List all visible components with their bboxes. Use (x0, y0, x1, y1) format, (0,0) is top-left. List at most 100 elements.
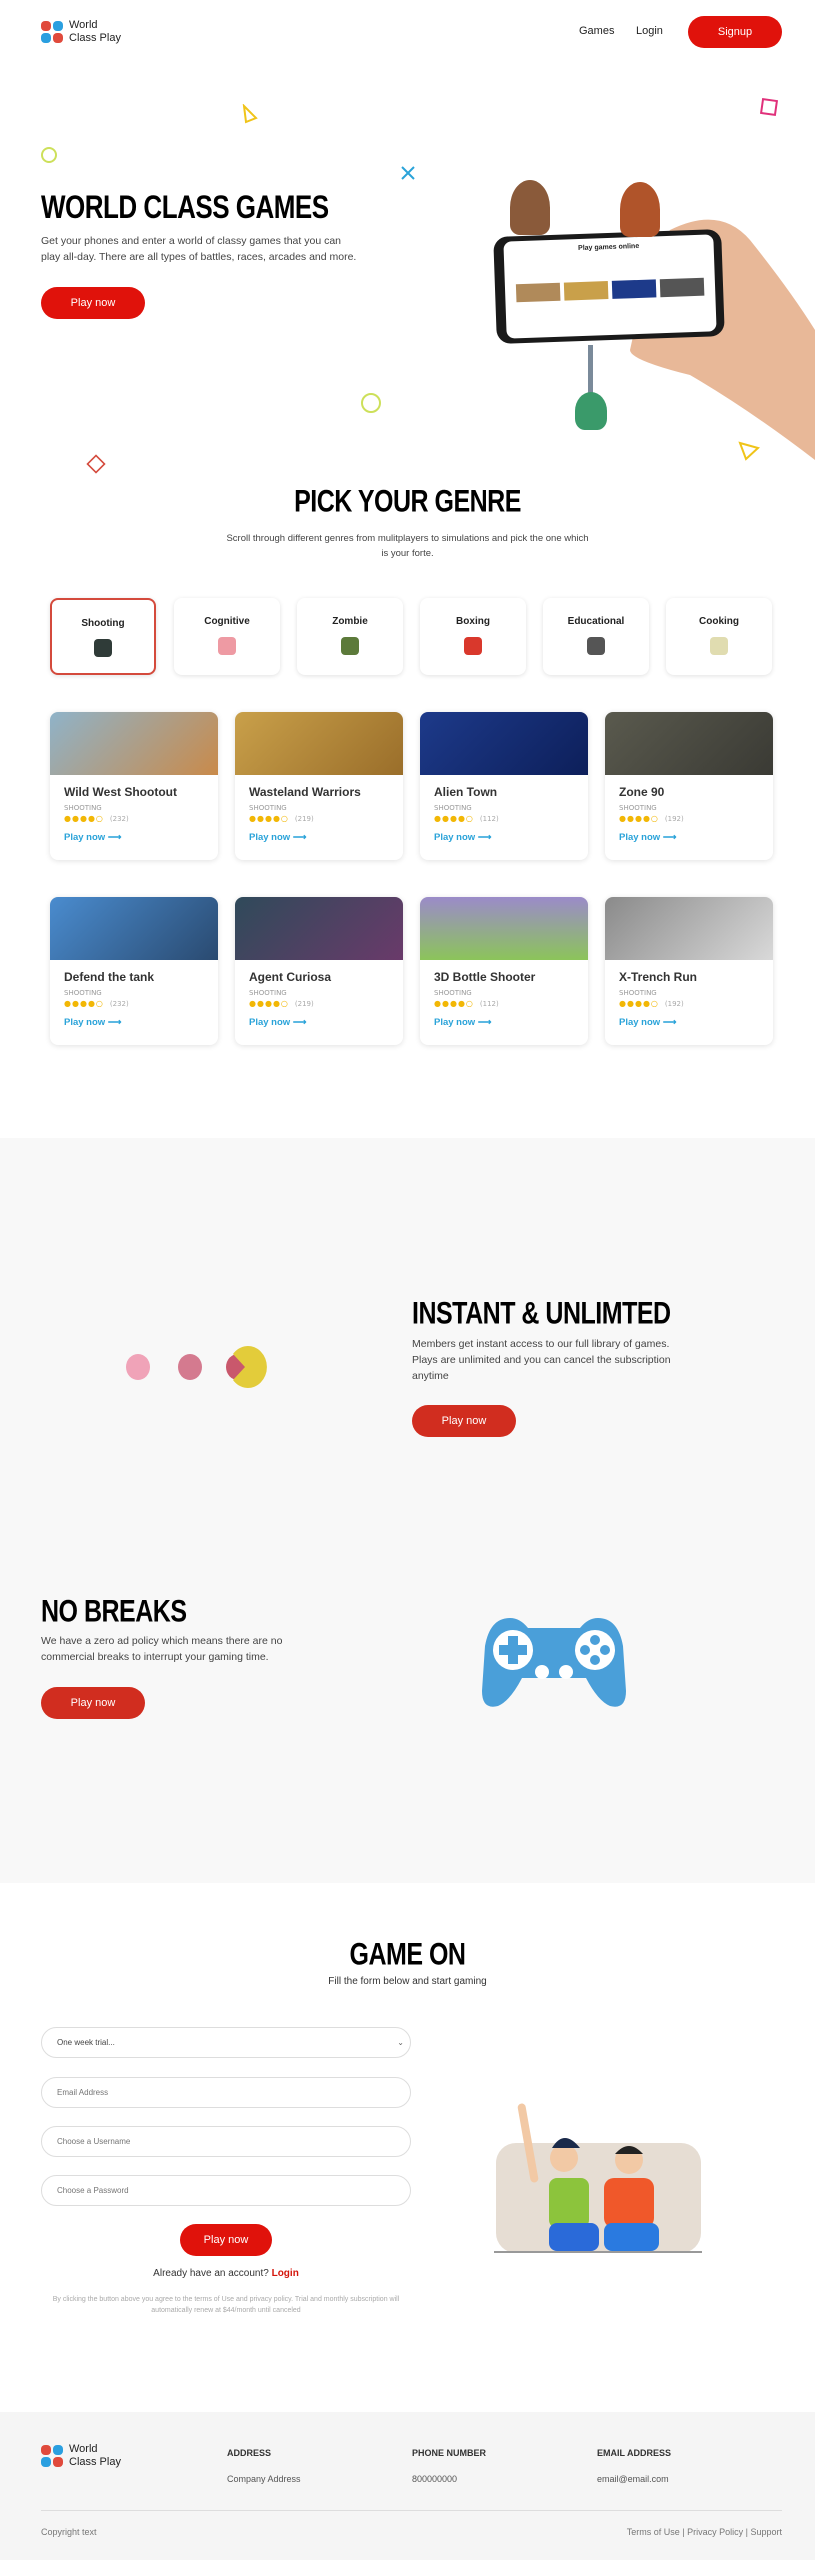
genre-card-zombie[interactable]: Zombie (297, 598, 403, 675)
footer-phone: 800000000 (412, 2474, 458, 2484)
game-title[interactable]: Alien Town (434, 785, 497, 799)
genre-card-educational[interactable]: Educational (543, 598, 649, 675)
game-title[interactable]: X-Trench Run (619, 970, 697, 984)
instant-play-now-button[interactable]: Play now (412, 1405, 516, 1437)
diamond-decoration-icon (86, 454, 106, 474)
review-count: (219) (294, 815, 314, 823)
play-now-link[interactable]: Play now ⟶ (249, 1017, 306, 1028)
footer-phone-heading: PHONE NUMBER (412, 2448, 487, 2458)
game-genre: SHOOTING (434, 989, 472, 997)
password-field[interactable] (41, 2175, 411, 2206)
genre-card-shooting[interactable]: Shooting (50, 598, 156, 675)
play-now-link[interactable]: Play now ⟶ (434, 1017, 491, 1028)
game-title[interactable]: Wild West Shootout (64, 785, 177, 799)
play-now-link[interactable]: Play now ⟶ (619, 1017, 676, 1028)
play-now-label: Play now (64, 1017, 106, 1028)
game-genre: SHOOTING (249, 804, 287, 812)
genre-label: Boxing (456, 616, 490, 627)
triangle-decoration-icon (242, 104, 258, 124)
stars-icon: ●●●●○ (249, 814, 289, 823)
game-card[interactable]: Defend the tank SHOOTING ●●●●○ (232) Play… (50, 897, 218, 1045)
genre-section-title: PICK YOUR GENRE (294, 484, 521, 519)
genre-label: Shooting (81, 618, 125, 629)
game-thumbnail[interactable] (420, 712, 588, 775)
signup-button[interactable]: Signup (688, 16, 782, 48)
nav-games-link[interactable]: Games (579, 25, 614, 37)
genre-card-cognitive[interactable]: Cognitive (174, 598, 280, 675)
game-thumbnail[interactable] (420, 897, 588, 960)
hero-play-now-button[interactable]: Play now (41, 287, 145, 319)
brain-icon (218, 637, 236, 655)
hero-text: Get your phones and enter a world of cla… (41, 235, 357, 263)
instant-title: INSTANT & UNLIMTED (412, 1296, 671, 1331)
logo[interactable]: World Class Play (41, 19, 121, 45)
game-genre: SHOOTING (249, 989, 287, 997)
nobreaks-play-now-button[interactable]: Play now (41, 1687, 145, 1719)
game-thumbnail[interactable] (50, 712, 218, 775)
game-title[interactable]: Wasteland Warriors (249, 785, 361, 799)
game-thumbnail[interactable] (235, 712, 403, 775)
terms-link[interactable]: Terms of Use (627, 2527, 680, 2537)
stars-icon: ●●●●○ (64, 814, 104, 823)
game-card[interactable]: Zone 90 SHOOTING ●●●●○ (192) Play now ⟶ (605, 712, 773, 860)
game-card[interactable]: Alien Town SHOOTING ●●●●○ (112) Play now … (420, 712, 588, 860)
bandit-character-image (620, 182, 660, 237)
cowboy-character-image (510, 180, 550, 235)
play-now-link[interactable]: Play now ⟶ (64, 832, 121, 843)
play-now-label: Play now (249, 832, 291, 843)
game-thumbnail[interactable] (605, 712, 773, 775)
username-field[interactable] (41, 2126, 411, 2157)
signup-login-link[interactable]: Login (272, 2268, 299, 2279)
play-now-link[interactable]: Play now ⟶ (619, 832, 676, 843)
instant-text: Members get instant access to our full l… (412, 1338, 671, 1382)
logo-dice-icon (41, 2445, 63, 2467)
pacman-icon (126, 1346, 267, 1388)
support-link[interactable]: Support (750, 2527, 782, 2537)
phone-screen-title: Play games online (577, 242, 640, 253)
footer-logo[interactable]: World Class Play (41, 2443, 121, 2469)
genre-card-boxing[interactable]: Boxing (420, 598, 526, 675)
play-now-label: Play now (619, 832, 661, 843)
game-thumbnail[interactable] (605, 897, 773, 960)
hero-phone-illustration: Play games online (490, 170, 815, 470)
claw-arm-image (588, 345, 593, 395)
play-now-link[interactable]: Play now ⟶ (434, 832, 491, 843)
stars-icon: ●●●●○ (619, 814, 659, 823)
star-rating: ●●●●○ (112) (434, 814, 499, 823)
review-count: (192) (664, 815, 684, 823)
game-title[interactable]: Defend the tank (64, 970, 154, 984)
star-rating: ●●●●○ (192) (619, 814, 684, 823)
play-now-link[interactable]: Play now ⟶ (249, 832, 306, 843)
stars-icon: ●●●●○ (64, 999, 104, 1008)
game-card[interactable]: X-Trench Run SHOOTING ●●●●○ (192) Play no… (605, 897, 773, 1045)
genre-card-cooking[interactable]: Cooking (666, 598, 772, 675)
game-genre: SHOOTING (434, 804, 472, 812)
game-title[interactable]: 3D Bottle Shooter (434, 970, 535, 984)
nobreaks-text: We have a zero ad policy which means the… (41, 1635, 283, 1663)
star-rating: ●●●●○ (219) (249, 814, 314, 823)
chevron-down-icon: ⌄ (397, 2038, 404, 2047)
game-thumbnail[interactable] (235, 897, 403, 960)
game-card[interactable]: 3D Bottle Shooter SHOOTING ●●●●○ (112) Pl… (420, 897, 588, 1045)
footer-address: Company Address (227, 2474, 301, 2484)
game-thumbnail[interactable] (50, 897, 218, 960)
review-count: (232) (109, 815, 129, 823)
game-title[interactable]: Zone 90 (619, 785, 664, 799)
square-decoration-icon (759, 97, 779, 117)
plan-select[interactable]: One week trial... ⌄ (41, 2027, 411, 2058)
stars-icon: ●●●●○ (619, 999, 659, 1008)
nav-login-link[interactable]: Login (636, 25, 663, 37)
play-now-link[interactable]: Play now ⟶ (64, 1017, 121, 1028)
game-card[interactable]: Wild West Shootout SHOOTING ●●●●○ (232) P… (50, 712, 218, 860)
have-account-text: Already have an account? (153, 2268, 269, 2279)
game-card[interactable]: Agent Curiosa SHOOTING ●●●●○ (219) Play n… (235, 897, 403, 1045)
play-now-label: Play now (64, 832, 106, 843)
footer-divider (41, 2510, 782, 2511)
game-card[interactable]: Wasteland Warriors SHOOTING ●●●●○ (219) P… (235, 712, 403, 860)
signup-play-now-button[interactable]: Play now (180, 2224, 272, 2256)
arrow-right-icon: ⟶ (292, 832, 307, 843)
game-title[interactable]: Agent Curiosa (249, 970, 331, 984)
email-field[interactable] (41, 2077, 411, 2108)
privacy-link[interactable]: Privacy Policy (687, 2527, 743, 2537)
gamers-on-couch-illustration (494, 2103, 702, 2253)
